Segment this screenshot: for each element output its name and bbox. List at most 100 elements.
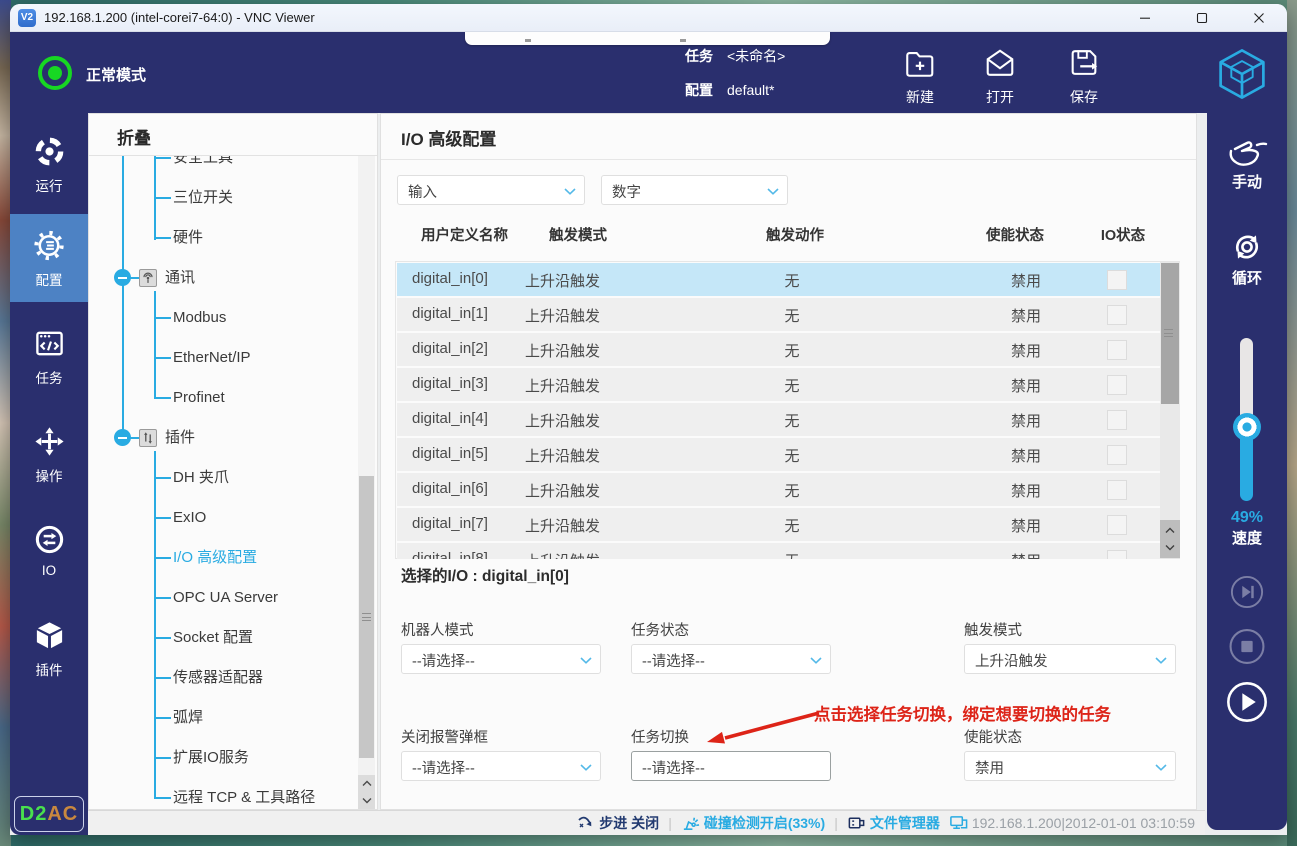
selected-io-label: 选择的I/O : digital_in[0]: [401, 568, 569, 585]
vnc-viewer-window: V2 192.168.1.200 (intel-corei7-64:0) - V…: [10, 4, 1287, 835]
close-button[interactable]: [1230, 4, 1287, 31]
save-icon: [1067, 50, 1101, 84]
tree-item[interactable]: EtherNet/IP: [89, 338, 349, 378]
speed-label: 速度: [1231, 530, 1262, 547]
tree-header[interactable]: 折叠: [89, 114, 377, 156]
tree-scrollbar-thumb[interactable]: [359, 476, 374, 758]
io-name-cell: digital_in[5]: [412, 445, 488, 462]
column-header: 使能状态: [986, 228, 1044, 244]
io-state-checkbox[interactable]: [1107, 269, 1127, 290]
table-row[interactable]: digital_in[2] 上升沿触发 无 禁用: [397, 333, 1160, 366]
tree-item[interactable]: 插件: [89, 418, 349, 458]
scroll-up-button[interactable]: [1162, 522, 1179, 539]
brand-logo-icon: [1215, 47, 1269, 99]
table-row[interactable]: digital_in[8] 上升沿触发 无 禁用: [397, 543, 1160, 559]
sidebar-item-operate[interactable]: 操作: [10, 425, 88, 495]
io-type-select[interactable]: 数字: [601, 175, 788, 205]
table-row[interactable]: digital_in[0] 上升沿触发 无 禁用: [397, 263, 1160, 296]
minimize-button[interactable]: [1116, 4, 1173, 31]
sidebar-item-task[interactable]: 任务: [10, 327, 88, 397]
step-mode-status[interactable]: 步进 关闭: [576, 813, 659, 833]
tree-item[interactable]: 扩展IO服务: [89, 738, 349, 778]
table-row[interactable]: digital_in[1] 上升沿触发 无 禁用: [397, 298, 1160, 331]
tree-scrollbar[interactable]: [358, 156, 375, 809]
manual-mode-icon[interactable]: [1225, 135, 1269, 169]
table-scrollbar[interactable]: [1160, 262, 1180, 558]
trigger-mode-cell: 上升沿触发: [525, 343, 601, 360]
robot-mode-select[interactable]: --请选择--: [401, 644, 601, 674]
table-row[interactable]: digital_in[4] 上升沿触发 无 禁用: [397, 403, 1160, 436]
tree-item[interactable]: 远程 TCP & 工具路径: [89, 778, 349, 809]
tree-item[interactable]: DH 夹爪: [89, 458, 349, 498]
tree-item[interactable]: 弧焊: [89, 698, 349, 738]
tree-item[interactable]: I/O 高级配置: [89, 538, 349, 578]
maximize-button[interactable]: [1173, 4, 1230, 31]
io-state-checkbox[interactable]: [1107, 479, 1127, 500]
io-state-checkbox[interactable]: [1107, 339, 1127, 360]
io-state-checkbox[interactable]: [1107, 514, 1127, 535]
io-state-checkbox[interactable]: [1107, 444, 1127, 465]
step-icon: [578, 816, 592, 828]
close-alarm-popup-select[interactable]: --请选择--: [401, 751, 601, 781]
table-row[interactable]: digital_in[6] 上升沿触发 无 禁用: [397, 473, 1160, 506]
sidebar-item-run[interactable]: 运行: [10, 135, 88, 205]
tree-item[interactable]: 安全工具: [89, 156, 349, 178]
io-name-cell: digital_in[6]: [412, 480, 488, 497]
scroll-up-button[interactable]: [358, 775, 375, 792]
task-switch-select[interactable]: --请选择--: [631, 751, 831, 781]
tree-item[interactable]: 通讯: [89, 258, 349, 298]
collapse-toggle-icon[interactable]: [114, 269, 131, 286]
tree-item[interactable]: Socket 配置: [89, 618, 349, 658]
field-robot-mode: 机器人模式 --请选择--: [401, 619, 601, 674]
config-label: 配置: [685, 82, 713, 98]
enable-state-cell: 禁用: [1010, 518, 1042, 535]
sidebar-item-plugin[interactable]: 插件: [10, 619, 88, 689]
scroll-down-button[interactable]: [1162, 539, 1179, 556]
tree-item[interactable]: Profinet: [89, 378, 349, 418]
tree-item-label: OPC UA Server: [173, 589, 279, 606]
speed-slider-thumb[interactable]: [1233, 413, 1261, 441]
tree-item[interactable]: OPC UA Server: [89, 578, 349, 618]
trigger-action-cell: 无: [784, 413, 800, 430]
tree-item-label: EtherNet/IP: [173, 349, 251, 366]
task-state-select[interactable]: --请选择--: [631, 644, 831, 674]
save-button[interactable]: 保存: [1048, 46, 1120, 107]
table-row[interactable]: digital_in[3] 上升沿触发 无 禁用: [397, 368, 1160, 401]
collapse-toggle-icon[interactable]: [114, 429, 131, 446]
file-manager-button[interactable]: 文件管理器: [847, 813, 940, 833]
io-name-cell: digital_in[7]: [412, 515, 488, 532]
trigger-mode-cell: 上升沿触发: [525, 550, 600, 559]
window-title-bar[interactable]: V2 192.168.1.200 (intel-corei7-64:0) - V…: [10, 4, 1287, 32]
enable-state-cell: 禁用: [1010, 378, 1042, 395]
sidebar-item-io[interactable]: IO: [10, 523, 88, 593]
trigger-mode-select[interactable]: 上升沿触发: [964, 644, 1176, 674]
tree-item[interactable]: 三位开关: [89, 178, 349, 218]
tree-item[interactable]: 传感器适配器: [89, 658, 349, 698]
play-button[interactable]: [1226, 681, 1268, 723]
table-scrollbar-thumb[interactable]: [1161, 263, 1179, 404]
io-state-checkbox[interactable]: [1107, 549, 1127, 559]
io-state-checkbox[interactable]: [1107, 409, 1127, 430]
sidebar-item-config[interactable]: 配置: [10, 214, 88, 302]
field-label: 触发模式: [964, 623, 1022, 639]
collision-detection-status[interactable]: 碰撞检测开启(33%): [681, 813, 825, 833]
table-row[interactable]: digital_in[5] 上升沿触发 无 禁用: [397, 438, 1160, 471]
step-next-button[interactable]: [1230, 575, 1264, 609]
io-state-checkbox[interactable]: [1107, 374, 1127, 395]
stop-button[interactable]: [1229, 628, 1266, 665]
page-title: I/O 高级配置: [401, 130, 497, 149]
io-direction-select[interactable]: 输入: [397, 175, 585, 205]
config-value: default*: [727, 82, 775, 98]
tree-item-label: 弧焊: [173, 709, 204, 726]
open-button[interactable]: 打开: [964, 46, 1036, 107]
loop-mode-icon[interactable]: [1229, 229, 1265, 265]
scroll-down-button[interactable]: [358, 792, 375, 809]
new-button[interactable]: 新建: [884, 46, 956, 107]
vnc-toolbar-notch[interactable]: [465, 32, 830, 45]
table-row[interactable]: digital_in[7] 上升沿触发 无 禁用: [397, 508, 1160, 541]
tree-item[interactable]: Modbus: [89, 298, 349, 338]
tree-item[interactable]: ExIO: [89, 498, 349, 538]
enable-state-select[interactable]: 禁用: [964, 751, 1176, 781]
io-state-checkbox[interactable]: [1107, 304, 1127, 325]
tree-item[interactable]: 硬件: [89, 218, 349, 258]
